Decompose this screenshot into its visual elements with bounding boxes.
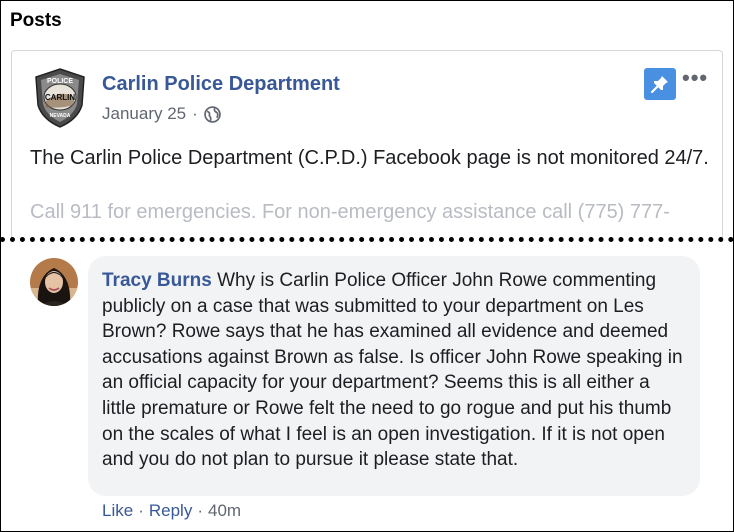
post-text-truncated: Call 911 for emergencies. For non-emerge… xyxy=(30,201,670,223)
screenshot-cut-divider xyxy=(0,237,734,242)
post-text: The Carlin Police Department (C.P.D.) Fa… xyxy=(30,147,709,169)
svg-text:NEVADA: NEVADA xyxy=(50,113,71,119)
meta-separator: · xyxy=(192,104,198,123)
page-name-link[interactable]: Carlin Police Department xyxy=(102,73,340,96)
comment-author-link[interactable]: Tracy Burns xyxy=(102,270,212,291)
police-badge-logo[interactable]: POLICE CARLIN NEVADA xyxy=(32,67,88,129)
pin-button[interactable] xyxy=(644,68,676,100)
commenter-avatar[interactable] xyxy=(30,258,78,306)
svg-text:POLICE: POLICE xyxy=(47,78,73,85)
comment-timestamp[interactable]: 40m xyxy=(208,501,241,521)
action-separator: · xyxy=(197,501,203,520)
pinned-post: POLICE CARLIN NEVADA Carlin Police Depar… xyxy=(11,50,723,240)
post-meta: January 25 · xyxy=(102,104,221,124)
svg-text:CARLIN: CARLIN xyxy=(45,93,75,102)
more-options-button[interactable]: ••• xyxy=(682,65,708,91)
section-title: Posts xyxy=(10,10,62,31)
reply-link[interactable]: Reply xyxy=(149,501,192,521)
comment-body: Why is Carlin Police Officer John Rowe c… xyxy=(102,270,683,471)
action-separator: · xyxy=(138,501,144,520)
pushpin-icon xyxy=(650,76,668,94)
like-link[interactable]: Like xyxy=(102,501,133,521)
globe-icon xyxy=(204,105,221,123)
post-date[interactable]: January 25 xyxy=(102,104,186,124)
comment-actions: Like · Reply · 40m xyxy=(102,501,241,521)
comment-bubble: Tracy Burns Why is Carlin Police Officer… xyxy=(88,256,700,496)
